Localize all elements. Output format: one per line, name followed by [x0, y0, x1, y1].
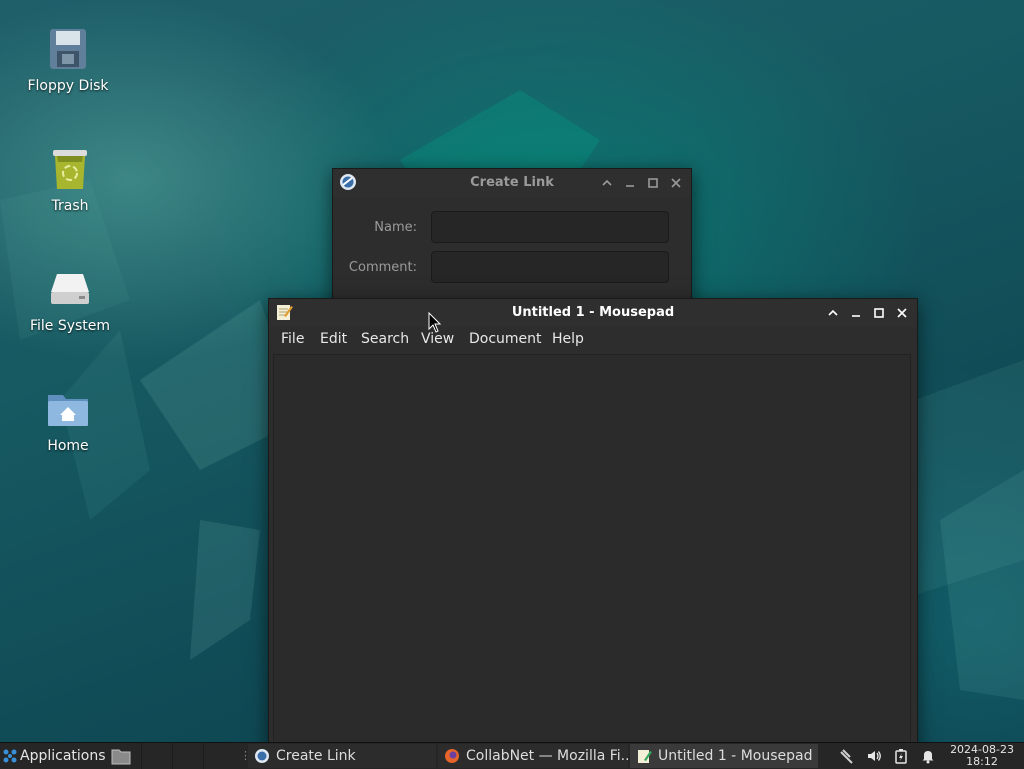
- task-label: Untitled 1 - Mousepad: [658, 748, 813, 764]
- desktop-icon-label: Floppy Disk: [27, 78, 109, 94]
- shade-button[interactable]: [825, 305, 841, 321]
- mouse-cursor-icon: [428, 312, 442, 333]
- workspace-3[interactable]: [203, 743, 234, 769]
- desktop-icon-label: Trash: [51, 198, 89, 214]
- menu-file[interactable]: File: [281, 331, 304, 347]
- mousepad-icon: [638, 750, 652, 763]
- applications-label: Applications: [20, 748, 106, 764]
- task-label: CollabNet — Mozilla Fi...: [466, 748, 628, 764]
- maximize-button[interactable]: [645, 175, 661, 191]
- desktop-icon-home[interactable]: Home: [18, 386, 118, 454]
- menu-document[interactable]: Document: [469, 331, 542, 347]
- minimize-button[interactable]: [848, 305, 864, 321]
- home-folder-icon: [45, 386, 91, 432]
- desktop-icon-file-system[interactable]: File System: [20, 266, 120, 334]
- name-row: Name:: [333, 211, 689, 245]
- clock-time: 18:12: [966, 755, 998, 768]
- menu-search[interactable]: Search: [361, 331, 409, 347]
- separator-handle-icon: ⋮: [240, 749, 251, 762]
- window-title: Untitled 1 - Mousepad: [511, 305, 675, 320]
- minimize-button[interactable]: [622, 175, 638, 191]
- xfce-logo-icon: [3, 749, 17, 763]
- task-label: Create Link: [276, 748, 356, 764]
- workspace-1[interactable]: [141, 743, 172, 769]
- menu-edit[interactable]: Edit: [320, 331, 347, 347]
- battery-icon[interactable]: [893, 748, 909, 764]
- close-button[interactable]: [894, 305, 910, 321]
- volume-icon[interactable]: [866, 748, 882, 764]
- dialog-titlebar[interactable]: Create Link: [333, 169, 691, 197]
- drive-icon: [47, 266, 93, 312]
- desktop-icon-label: Home: [47, 438, 89, 454]
- workspace-2[interactable]: [172, 743, 203, 769]
- trash-icon: [47, 146, 93, 192]
- shade-button[interactable]: [599, 175, 615, 191]
- menubar: File Edit Search View Document Help: [269, 327, 917, 353]
- network-icon[interactable]: [838, 748, 854, 764]
- folder-icon: [111, 749, 131, 765]
- clock[interactable]: 2024-08-23 18:12: [950, 744, 1014, 768]
- mousepad-titlebar[interactable]: Untitled 1 - Mousepad: [269, 299, 917, 327]
- task-mousepad[interactable]: Untitled 1 - Mousepad: [630, 744, 818, 768]
- comment-label: Comment:: [348, 260, 417, 275]
- name-field[interactable]: [431, 211, 669, 243]
- desktop-icon-trash[interactable]: Trash: [20, 146, 120, 214]
- mousepad-window: Untitled 1 - Mousepad File Edit Search V…: [268, 298, 918, 760]
- text-editor[interactable]: [273, 354, 911, 754]
- show-desktop-button[interactable]: [108, 743, 136, 769]
- name-label: Name:: [374, 220, 417, 235]
- maximize-button[interactable]: [871, 305, 887, 321]
- close-button[interactable]: [668, 175, 684, 191]
- desktop-icon-floppy-disk[interactable]: Floppy Disk: [18, 26, 118, 94]
- comment-row: Comment:: [333, 251, 689, 285]
- notifications-bell-icon[interactable]: [920, 748, 936, 764]
- firefox-icon: [445, 749, 459, 763]
- link-icon: [255, 749, 269, 763]
- create-link-dialog: Create Link Name: Comment:: [332, 168, 692, 310]
- comment-field[interactable]: [431, 251, 669, 283]
- menu-help[interactable]: Help: [552, 331, 584, 347]
- task-create-link[interactable]: Create Link: [248, 744, 436, 768]
- taskbar: Applications ⋮ Create Link CollabNet — M…: [0, 742, 1024, 769]
- floppy-disk-icon: [45, 26, 91, 72]
- task-firefox[interactable]: CollabNet — Mozilla Fi...: [438, 744, 628, 768]
- desktop-icon-label: File System: [29, 318, 111, 334]
